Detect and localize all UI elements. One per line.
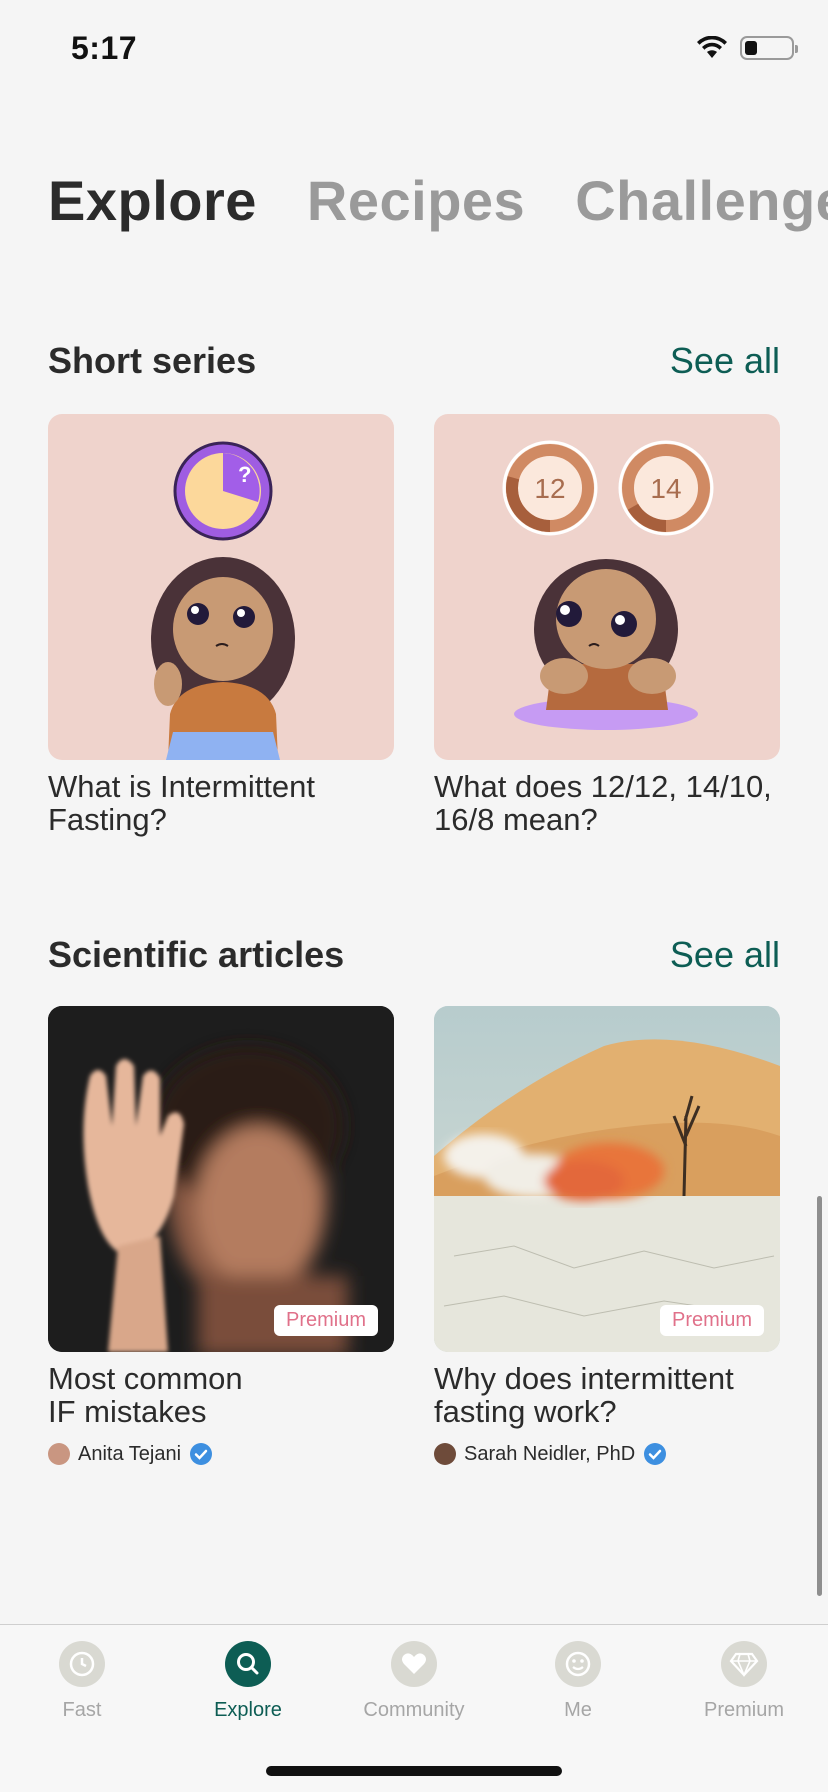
nav-item-fast[interactable]: Fast (2, 1641, 162, 1722)
article-card-if-mistakes[interactable]: Premium Most common IF mistakes Anita Te… (48, 1006, 394, 1466)
series-card-what-is-if[interactable]: ? What is Intermittent Fasting? (48, 414, 394, 836)
diamond-icon (721, 1641, 767, 1687)
nav-item-community[interactable]: Community (334, 1641, 494, 1722)
premium-badge: Premium (659, 1305, 764, 1336)
nav-item-me[interactable]: Me (498, 1641, 658, 1722)
verified-icon (644, 1443, 667, 1465)
tab-recipes[interactable]: Recipes (307, 168, 525, 233)
article-card-photo: Premium (48, 1006, 394, 1352)
author-avatar (48, 1443, 70, 1465)
screen: 5:17 Explore Recipes Challenges Short se… (0, 0, 828, 1792)
smiley-icon (555, 1641, 601, 1687)
status-time: 5:17 (71, 30, 138, 66)
short-series-header: Short series See all (48, 340, 780, 382)
series-card-title: What does 12/12, 14/10, 16/8 mean? (434, 769, 772, 837)
girl-thinking-illustration: ? (151, 441, 295, 760)
tab-explore[interactable]: Explore (48, 168, 257, 233)
nav-item-premium[interactable]: Premium (664, 1641, 824, 1722)
article-author: Sarah Neidler, PhD (434, 1442, 780, 1466)
premium-badge: Premium (273, 1305, 378, 1336)
nav-label: Fast (62, 1699, 102, 1721)
nav-label: Premium (703, 1699, 784, 1721)
tab-challenges[interactable]: Challenges (575, 168, 828, 233)
article-card-title: Most common IF mistakes (48, 1361, 243, 1429)
nav-label: Me (564, 1699, 592, 1721)
verified-icon (190, 1443, 213, 1465)
nav-label: Explore (214, 1699, 282, 1721)
svg-text:?: ? (238, 462, 251, 487)
home-indicator (266, 1766, 562, 1776)
scientific-articles-see-all-link[interactable]: See all (670, 934, 780, 976)
series-card-fasting-ratios[interactable]: 12 14 What does 12/12, 14/10, 16/8 mean? (434, 414, 780, 836)
article-card-title: Why does intermittent fasting work? (434, 1361, 734, 1429)
svg-text:14: 14 (650, 473, 681, 504)
top-tabs: Explore Recipes Challenges (48, 168, 828, 233)
girl-resting-illustration: 12 14 (502, 440, 714, 730)
series-card-illustration: 12 14 (434, 414, 780, 760)
nav-item-explore[interactable]: Explore (168, 1641, 328, 1722)
article-card-why-if-works[interactable]: Premium Why does intermittent fasting wo… (434, 1006, 780, 1466)
article-author: Anita Tejani (48, 1442, 394, 1466)
status-bar: 5:17 (0, 0, 828, 100)
author-avatar (434, 1443, 456, 1465)
author-name: Anita Tejani (78, 1442, 182, 1465)
svg-text:12: 12 (534, 473, 565, 504)
article-card-photo: Premium (434, 1006, 780, 1352)
heart-icon (391, 1641, 437, 1687)
series-card-illustration: ? (48, 414, 394, 760)
scientific-articles-header: Scientific articles See all (48, 934, 780, 976)
woman-stop-hand-photo (48, 1006, 394, 1352)
series-card-title: What is Intermittent Fasting? (48, 769, 316, 837)
battery-icon (740, 36, 798, 60)
scientific-articles-title: Scientific articles (48, 934, 345, 975)
short-series-title: Short series (48, 340, 257, 381)
nav-label: Community (363, 1699, 465, 1721)
clock-icon (59, 1641, 105, 1687)
desert-cloud-photo (434, 1006, 780, 1352)
scroll-indicator[interactable] (817, 1196, 822, 1596)
status-icons (696, 36, 798, 60)
search-icon (225, 1641, 271, 1687)
short-series-see-all-link[interactable]: See all (670, 340, 780, 382)
author-name: Sarah Neidler, PhD (464, 1442, 636, 1465)
wifi-icon (697, 36, 727, 58)
